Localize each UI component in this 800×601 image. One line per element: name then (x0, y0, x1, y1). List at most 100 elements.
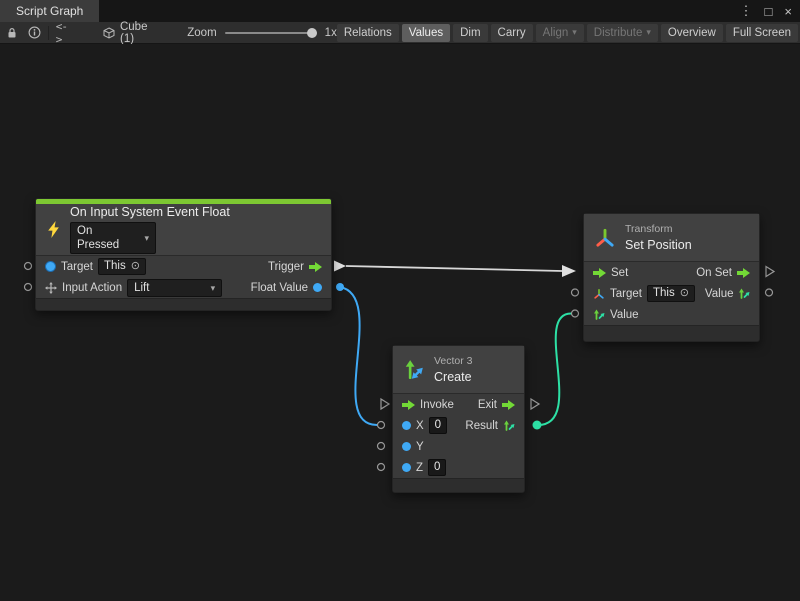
unity-visual-scripting-window: Script Graph ⋮ □ × <-> Cube (1) Zoom (0, 0, 800, 601)
zoom-control: Zoom 1x (187, 27, 337, 39)
node-title: Create (434, 370, 473, 384)
graph-context[interactable]: Cube (1) (103, 21, 151, 45)
port-y-input[interactable] (378, 443, 385, 450)
distribute-button[interactable]: Distribute▾ (587, 24, 658, 42)
window-menu-icon[interactable]: ⋮ (740, 3, 753, 19)
node-footer (584, 325, 759, 341)
context-label: Cube (1) (120, 21, 151, 45)
row-x-result: X 0 Result (393, 415, 524, 436)
node-footer (393, 478, 524, 492)
x-value-field[interactable]: 0 (429, 417, 447, 434)
window-controls: ⋮ □ × (740, 0, 800, 22)
row-target-value: Target This ⊙ Value (584, 283, 759, 304)
crosshair-icon: ⊙ (680, 287, 689, 300)
node-transform-set-position[interactable]: Transform Set Position Set On Set Target… (583, 213, 760, 342)
node-on-input-system-event-float[interactable]: On Input System Event Float On Pressed ▾… (35, 198, 332, 311)
align-button[interactable]: Align▾ (536, 24, 584, 42)
port-onset-output[interactable] (766, 267, 774, 277)
info-icon[interactable] (28, 26, 41, 39)
toolbar-separator (48, 26, 49, 40)
lightning-bolt-icon (46, 221, 61, 238)
row-value-input: Value (584, 304, 759, 325)
event-mode-dropdown[interactable]: On Pressed ▾ (70, 222, 156, 254)
target-self-field[interactable]: This ⊙ (98, 258, 146, 275)
float-port-icon (402, 421, 411, 430)
port-z-input[interactable] (378, 464, 385, 471)
cube-icon (103, 27, 115, 39)
flow-arrow-icon (593, 268, 606, 278)
port-result-output[interactable] (533, 421, 542, 430)
row-invoke-exit: Invoke Exit (393, 394, 524, 415)
port-target-input[interactable] (25, 263, 32, 270)
values-button[interactable]: Values (402, 24, 450, 42)
caret-down-icon: ▾ (572, 27, 577, 38)
z-value-field[interactable]: 0 (428, 459, 446, 476)
target-self-field[interactable]: This ⊙ (647, 285, 695, 302)
node-header: Vector 3 Create (393, 346, 524, 394)
port-floatvalue-output[interactable] (336, 283, 344, 291)
row-y: Y (393, 436, 524, 457)
unity-object-icon (45, 261, 56, 272)
flow-arrow-icon (402, 400, 415, 410)
input-action-dropdown[interactable]: Lift ▾ (127, 279, 222, 297)
row-set-onset: Set On Set (584, 262, 759, 283)
zoom-value: 1x (325, 27, 337, 39)
vector-port-icon (593, 309, 605, 321)
row-z: Z 0 (393, 457, 524, 478)
caret-down-icon: ▾ (646, 27, 651, 38)
port-x-input[interactable] (378, 422, 385, 429)
flow-arrow-icon (309, 262, 322, 272)
node-header: Transform Set Position (584, 214, 759, 262)
zoom-label: Zoom (187, 27, 216, 39)
wire-floatvalue-to-x[interactable] (340, 287, 377, 425)
node-footer (36, 298, 331, 310)
close-icon[interactable]: × (784, 4, 792, 19)
port-trigger-output[interactable] (334, 261, 346, 272)
relations-button[interactable]: Relations (337, 24, 399, 42)
port-transform-target-input[interactable] (572, 289, 579, 296)
vector-port-icon (503, 420, 515, 432)
flow-arrow-icon (502, 400, 515, 410)
dim-button[interactable]: Dim (453, 24, 487, 42)
port-inputaction-input[interactable] (25, 284, 32, 291)
tab-script-graph[interactable]: Script Graph (0, 0, 99, 22)
port-exit-output[interactable] (531, 399, 539, 409)
node-vector3-create[interactable]: Vector 3 Create Invoke Exit X 0 Res (392, 345, 525, 493)
crosshair-icon: ⊙ (131, 260, 140, 273)
zoom-slider[interactable] (225, 32, 317, 34)
input-action-icon (45, 282, 57, 294)
tab-label: Script Graph (16, 4, 83, 18)
toolbar-buttons: Relations Values Dim Carry Align▾ Distri… (337, 24, 800, 42)
port-invoke-input[interactable] (381, 399, 389, 409)
vector-port-icon (738, 288, 750, 300)
maximize-icon[interactable]: □ (765, 4, 773, 19)
wire-arrowhead (562, 265, 576, 277)
float-port-icon (402, 463, 411, 472)
port-transform-value-input[interactable] (572, 310, 579, 317)
graph-toolbar: <-> Cube (1) Zoom 1x Relations Values Di… (0, 22, 800, 44)
node-title: On Input System Event Float (70, 205, 230, 219)
caret-down-icon: ▾ (203, 281, 216, 295)
float-port-icon (313, 283, 322, 292)
float-port-icon (402, 442, 411, 451)
overview-button[interactable]: Overview (661, 24, 723, 42)
port-transform-value-output[interactable] (766, 289, 773, 296)
full-screen-button[interactable]: Full Screen (726, 24, 798, 42)
flow-arrow-icon (737, 268, 750, 278)
zoom-slider-knob[interactable] (307, 28, 317, 38)
graph-canvas[interactable]: On Input System Event Float On Pressed ▾… (0, 44, 800, 601)
window-tab-bar: Script Graph ⋮ □ × (0, 0, 800, 22)
wire-result-to-value[interactable] (538, 314, 571, 426)
carry-button[interactable]: Carry (491, 24, 533, 42)
node-title: Set Position (625, 238, 692, 252)
caret-down-icon: ▾ (136, 231, 149, 245)
node-header: On Input System Event Float On Pressed ▾ (36, 204, 331, 256)
transform-icon (594, 227, 616, 249)
wire-trigger-to-set[interactable] (346, 266, 562, 271)
row-inputaction-floatvalue: Input Action Lift ▾ Float Value (36, 277, 331, 298)
lock-icon[interactable] (6, 27, 18, 39)
connection-style-icon[interactable]: <-> (56, 20, 69, 46)
vector3-icon (403, 359, 425, 381)
transform-port-icon (593, 288, 605, 300)
row-target-trigger: Target This ⊙ Trigger (36, 256, 331, 277)
